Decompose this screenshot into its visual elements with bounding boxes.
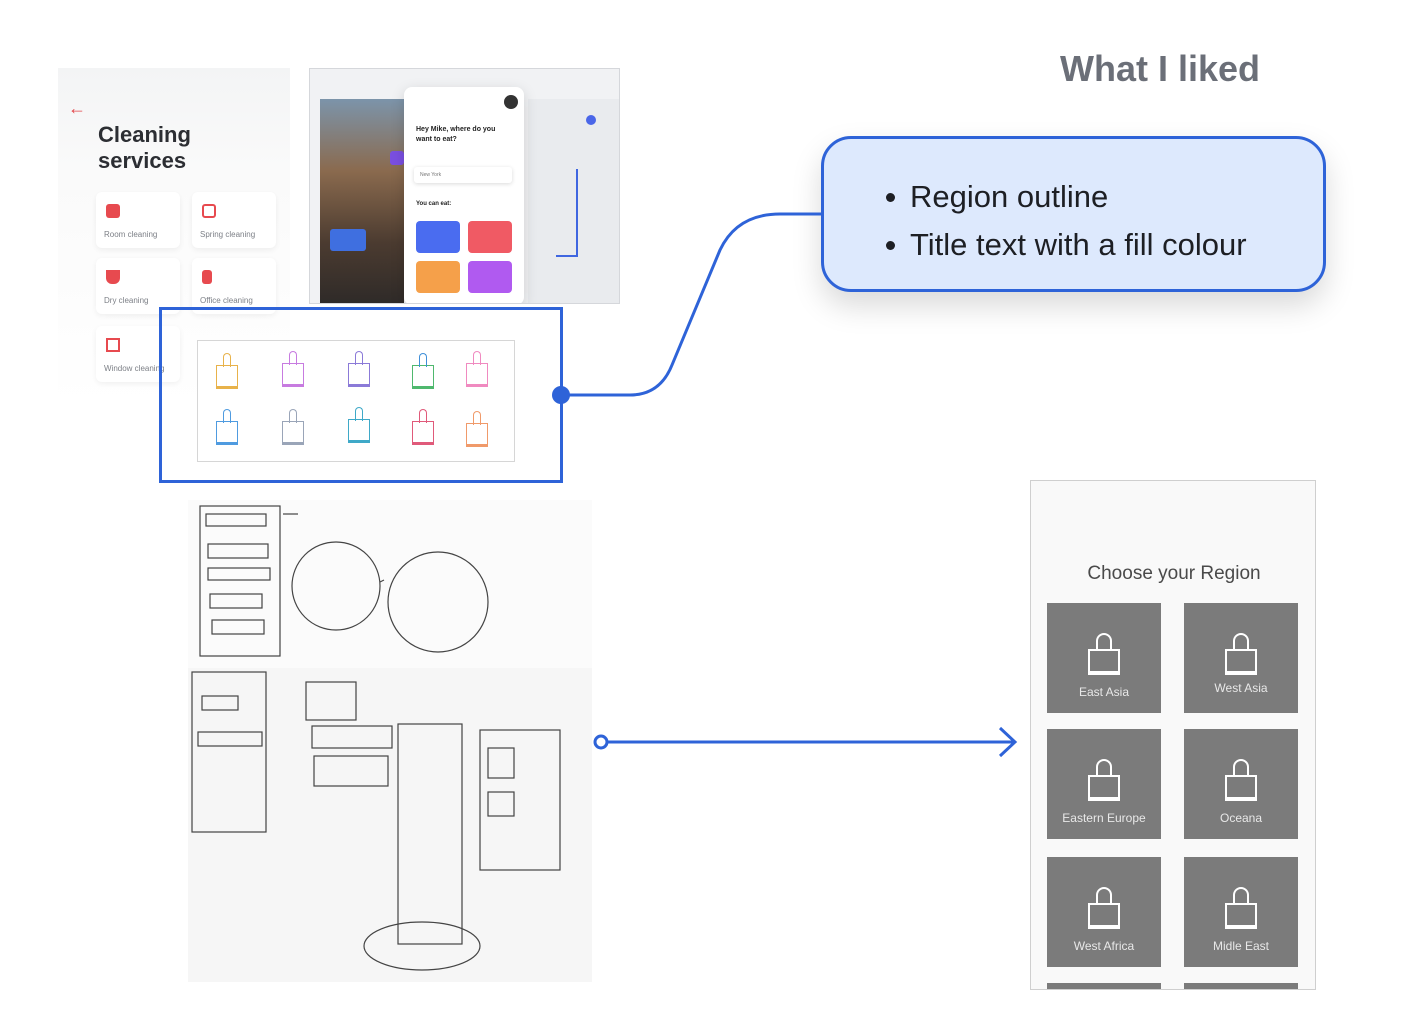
region-tile-midle-east[interactable]: Midle East: [1184, 857, 1298, 967]
dry-cleaning-icon: [106, 270, 120, 284]
service-label: Office cleaning: [200, 296, 253, 305]
region-tile-eastern-europe[interactable]: Eastern Europe: [1047, 729, 1161, 839]
service-label: Dry cleaning: [104, 296, 149, 305]
note-item: Region outline: [886, 173, 1247, 221]
service-label: Window cleaning: [104, 364, 165, 373]
region-label: West Africa: [1073, 939, 1135, 953]
region-tile-east-asia[interactable]: East Asia: [1047, 603, 1161, 713]
spring-cleaning-icon: [202, 204, 216, 218]
street-photo: [320, 99, 404, 303]
region-tile-west-asia[interactable]: West Asia: [1184, 603, 1298, 713]
region-tile-partial: [1184, 983, 1298, 989]
region-label: Oceana: [1219, 811, 1263, 825]
region-screen-title: Choose your Region: [1087, 563, 1261, 584]
office-cleaning-icon: [202, 270, 212, 284]
pagoda-icon: [1084, 631, 1124, 675]
service-card: Office cleaning: [192, 258, 276, 314]
region-label: East Asia: [1078, 685, 1130, 699]
arrow-left-icon: ←: [68, 98, 86, 118]
region-tile-partial: [1047, 983, 1161, 989]
map-route: [556, 169, 578, 257]
notes-callout: Region outline Title text with a fill co…: [821, 136, 1326, 292]
food-tile: [416, 261, 460, 293]
food-tile: [468, 261, 512, 293]
food-card: Hey Mike, where do you want to eat? New …: [404, 87, 524, 303]
room-cleaning-icon: [106, 204, 120, 218]
palace-icon: [1084, 885, 1124, 929]
arrow-start-circle: [593, 734, 609, 750]
region-label: West Asia: [1214, 681, 1268, 695]
location-search: New York: [414, 167, 512, 183]
region-tile-oceana[interactable]: Oceana: [1184, 729, 1298, 839]
region-label: Midle East: [1212, 939, 1270, 953]
page-heading: What I liked: [1059, 48, 1261, 89]
sail-tower-icon: [1221, 757, 1261, 801]
location-pin-icon: [586, 115, 596, 125]
sketch-drawing: [191, 671, 561, 971]
food-tile: [468, 221, 512, 253]
wireframe-sketch-bottom: [188, 668, 592, 982]
cleaning-title: Cleaning services: [98, 122, 191, 173]
window-cleaning-icon: [106, 338, 120, 352]
arrow-head-icon: [998, 726, 1018, 758]
service-card: Spring cleaning: [192, 192, 276, 248]
service-label: Room cleaning: [104, 230, 158, 239]
service-card: Room cleaning: [96, 192, 180, 248]
skyline-icon: [1221, 885, 1261, 929]
greeting-text: Hey Mike, where do you want to eat?: [416, 126, 496, 143]
service-label: Spring cleaning: [200, 230, 256, 239]
can-eat-label: You can eat:: [416, 201, 452, 207]
avatar: [504, 95, 518, 109]
service-card: Dry cleaning: [96, 258, 180, 314]
region-outline-highlight: [159, 307, 563, 483]
food-app-screenshot: Hey Mike, where do you want to eat? New …: [309, 68, 620, 304]
region-tile-west-africa[interactable]: West Africa: [1047, 857, 1161, 967]
mosque-icon: [1221, 631, 1261, 675]
cathedral-icon: [1084, 757, 1124, 801]
sketch-drawing: [199, 505, 489, 657]
region-chooser-screenshot: Choose your Region East Asia West Asia E…: [1030, 480, 1316, 990]
photo-pin: [390, 151, 404, 165]
food-tile: [416, 221, 460, 253]
route-map: [528, 99, 619, 303]
notes-list: Region outline Title text with a fill co…: [824, 173, 1247, 269]
note-item: Title text with a fill colour: [886, 221, 1247, 269]
region-label: Eastern Europe: [1062, 811, 1146, 825]
photo-tag: [330, 229, 366, 251]
